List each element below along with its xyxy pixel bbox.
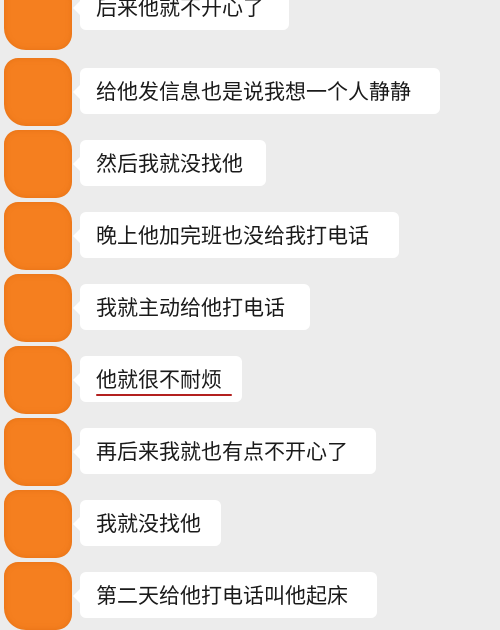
chat-window: 后来他就不开心了 给他发信息也是说我想一个人静静 然后我就没找他 晚上他加完班也… [0,0,500,630]
red-underline [96,394,232,396]
message-text: 再后来我就也有点不开心了 [96,440,348,464]
message-text: 然后我就没找他 [96,152,243,176]
avatar[interactable] [4,346,72,414]
avatar[interactable] [4,58,72,126]
message-bubble[interactable]: 晚上他加完班也没给我打电话 [73,212,399,258]
message-bubble[interactable]: 给他发信息也是说我想一个人静静 [73,68,440,114]
message-text: 第二天给他打电话叫他起床 [96,584,348,608]
message-bubble[interactable]: 后来他就不开心了 [73,0,289,30]
message-text: 我就主动给他打电话 [96,296,285,320]
message-text: 晚上他加完班也没给我打电话 [96,224,369,248]
message-text: 给他发信息也是说我想一个人静静 [96,80,411,104]
message-bubble[interactable]: 再后来我就也有点不开心了 [73,428,376,474]
message-text: 我就没找他 [96,512,201,536]
avatar[interactable] [4,274,72,342]
avatar[interactable] [4,130,72,198]
message-bubble[interactable]: 我就主动给他打电话 [73,284,310,330]
message-text: 后来他就不开心了 [96,0,264,20]
avatar[interactable] [4,202,72,270]
message-bubble[interactable]: 然后我就没找他 [73,140,266,186]
message-text: 他就很不耐烦 [96,368,222,392]
avatar[interactable] [4,562,72,630]
avatar[interactable] [4,490,72,558]
avatar[interactable] [4,418,72,486]
message-bubble[interactable]: 他就很不耐烦 [73,356,242,402]
message-bubble[interactable]: 我就没找他 [73,500,221,546]
message-bubble[interactable]: 第二天给他打电话叫他起床 [73,572,377,618]
avatar[interactable] [4,0,72,50]
